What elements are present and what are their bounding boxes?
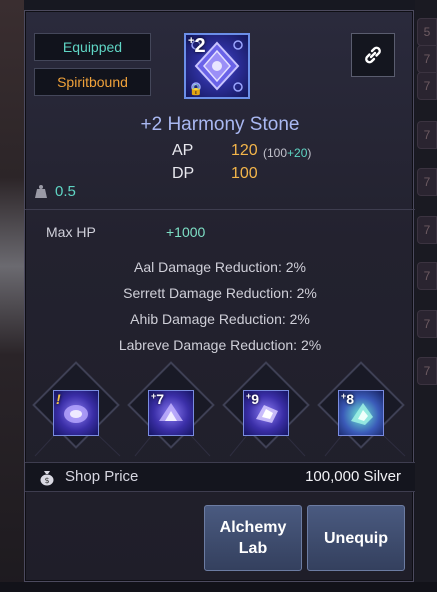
crystal-slot[interactable]: +7 — [148, 390, 194, 436]
shop-price-label: Shop Price — [65, 468, 139, 485]
link-button[interactable] — [351, 33, 395, 77]
item-name: +2 Harmony Stone — [140, 114, 300, 135]
crystal-level: +9 — [246, 391, 260, 407]
crystal-slot[interactable]: +8 — [338, 390, 384, 436]
crystal-slot[interactable]: ! — [53, 390, 99, 436]
unequip-button[interactable]: Unequip — [307, 505, 405, 571]
damage-reduction-line: Ahib Damage Reduction: 2% — [130, 311, 310, 327]
money-bag-icon: $ — [40, 471, 54, 486]
max-hp-label: Max HP — [46, 224, 96, 240]
svg-text:$: $ — [44, 476, 49, 485]
background-slot: 7 — [417, 45, 437, 73]
crystal-sockets: ! +7 +9 +8 — [25, 361, 415, 461]
background-slot-bar: 5 7 7 7 7 7 7 7 7 — [415, 0, 437, 592]
crystal-level: ! — [56, 391, 61, 407]
ap-breakdown: (100+20) — [263, 146, 312, 160]
alchemy-lab-label-line1: Alchemy — [219, 519, 287, 536]
shop-price-row: $ Shop Price 100,000 Silver — [25, 462, 415, 492]
lock-icon: 🔒 — [189, 84, 203, 96]
ap-value: 120 — [231, 142, 258, 159]
background-slot: 7 — [417, 72, 437, 100]
background-slot: 7 — [417, 357, 437, 385]
ap-label: AP — [172, 142, 194, 159]
background-bottom — [0, 582, 437, 592]
crystal-level: +8 — [341, 391, 355, 407]
damage-reduction-line: Labreve Damage Reduction: 2% — [118, 337, 322, 353]
dp-label: DP — [172, 165, 195, 182]
item-tooltip: Equipped Spiritbound +2 🔒 +2 Harmony Sto… — [24, 10, 415, 582]
equipped-badge: Equipped — [34, 33, 151, 61]
background-slot: 7 — [417, 310, 437, 338]
alchemy-lab-button[interactable]: Alchemy Lab — [204, 505, 302, 571]
background-slot: 7 — [417, 216, 437, 244]
enhance-level: +2 — [188, 35, 206, 57]
max-hp-value: +1000 — [166, 224, 206, 240]
shop-price-value: 100,000 Silver — [305, 468, 401, 485]
divider — [25, 209, 415, 210]
weight: 0.5 — [35, 183, 76, 200]
background-game-scene — [0, 0, 24, 592]
alchemy-lab-label-line2: Lab — [238, 540, 268, 557]
link-icon — [365, 46, 381, 64]
background-slot: 7 — [417, 121, 437, 149]
background-slot: 7 — [417, 262, 437, 290]
dp-value: 100 — [231, 165, 258, 182]
spiritbound-badge: Spiritbound — [34, 68, 151, 96]
item-icon: +2 🔒 — [184, 33, 250, 99]
damage-reduction-line: Serrett Damage Reduction: 2% — [123, 285, 317, 301]
background-slot: 7 — [417, 168, 437, 196]
crystal-level: +7 — [151, 391, 165, 407]
background-slot: 5 — [417, 18, 437, 46]
crystal-slot[interactable]: +9 — [243, 390, 289, 436]
damage-reduction-line: Aal Damage Reduction: 2% — [134, 259, 306, 275]
weight-icon — [35, 185, 47, 198]
unequip-label: Unequip — [324, 529, 388, 547]
